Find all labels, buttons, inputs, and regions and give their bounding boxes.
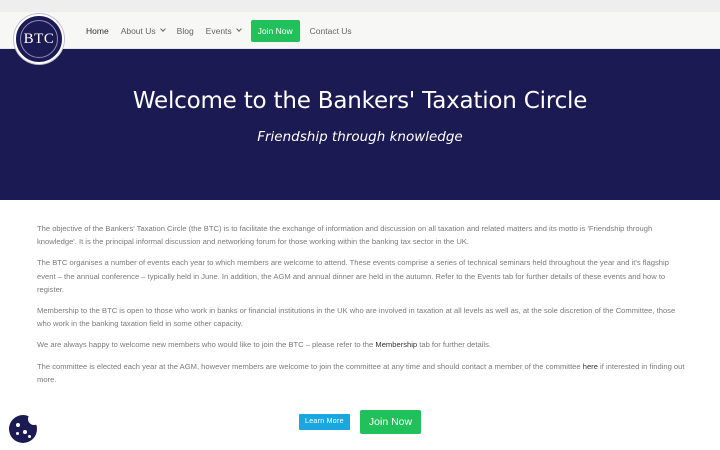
cookie-bite [28, 413, 40, 425]
nav-blog[interactable]: Blog [177, 26, 194, 36]
intro-content: The objective of the Bankers' Taxation C… [37, 222, 685, 394]
committee-here-link[interactable]: here [583, 362, 598, 371]
committee-text: The committee is elected each year at th… [37, 361, 583, 371]
intro-paragraph-objective: The objective of the Bankers' Taxation C… [37, 224, 653, 247]
hero-title: Welcome to the Bankers' Taxation Circle [132, 88, 588, 114]
welcome-text: We are always happy to welcome new membe… [37, 340, 376, 350]
intro-paragraph-welcome: We are always happy to welcome new membe… [37, 338, 685, 351]
nav-home-label: Home [86, 25, 109, 36]
nav-about-label: About Us [120, 25, 156, 36]
chevron-down-icon [235, 26, 242, 32]
intro-paragraph-membership: Membership to the BTC is open to those w… [37, 306, 676, 329]
join-now-button[interactable]: Join Now [360, 410, 421, 434]
welcome-text-end: tab for further details. [417, 340, 492, 350]
hero-subtitle: Friendship through knowledge [257, 129, 463, 145]
site-header: Home About Us Blog Events Join Now Conta… [0, 12, 720, 49]
nav-events-label: Events [205, 25, 232, 36]
cookie-chip [16, 432, 19, 435]
nav-blog-label: Blog [176, 25, 194, 36]
cookie-chip [23, 430, 27, 434]
top-strip [0, 0, 720, 12]
intro-paragraph-events: The BTC organises a number of events eac… [37, 258, 669, 294]
logo-text: BTC [23, 30, 55, 47]
nav-home[interactable]: Home [86, 26, 109, 36]
nav-about-us[interactable]: About Us [120, 25, 166, 36]
cookie-chip [28, 435, 31, 438]
hero-banner: Welcome to the Bankers' Taxation Circle … [0, 49, 720, 200]
nav-contact-label: Contact Us [309, 25, 352, 36]
chevron-down-icon [159, 26, 166, 32]
learn-more-button[interactable]: Learn More [299, 414, 350, 430]
btc-logo[interactable]: BTC [14, 14, 64, 64]
membership-link[interactable]: Membership [375, 340, 417, 349]
nav-events[interactable]: Events [205, 25, 242, 36]
nav-contact-us[interactable]: Contact Us [310, 26, 352, 36]
nav-join-now-button[interactable]: Join Now [250, 19, 300, 42]
main-nav: Home About Us Blog Events Join Now Conta… [80, 12, 358, 49]
intro-paragraph-committee: The committee is elected each year at th… [37, 360, 685, 387]
cookie-chip [16, 423, 20, 427]
cookie-icon[interactable] [9, 413, 40, 443]
